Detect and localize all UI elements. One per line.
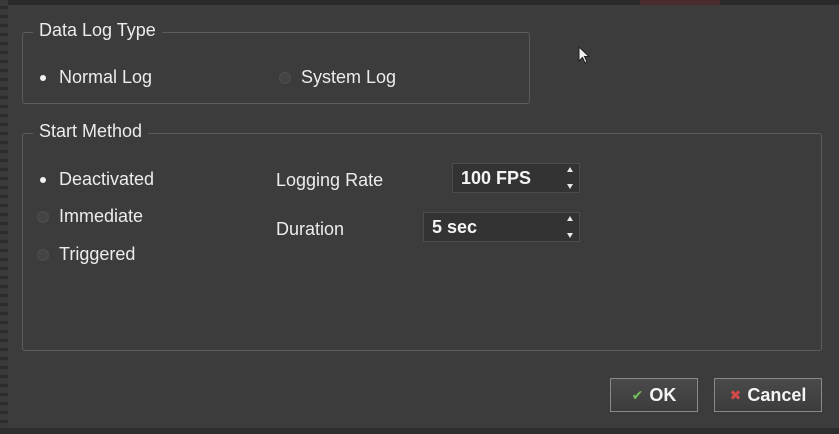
up-down-arrows-icon[interactable]	[565, 216, 575, 238]
radio-normal-log-label: Normal Log	[59, 67, 153, 87]
cancel-button[interactable]: ✖ Cancel	[714, 378, 822, 412]
radio-system-log[interactable]: System Log	[279, 67, 396, 88]
radio-selected-icon	[37, 72, 49, 84]
ok-button[interactable]: ✔ OK	[610, 378, 698, 412]
start-method-group: Start Method	[22, 121, 822, 351]
start-method-title: Start Method	[33, 121, 149, 142]
window-left-edge	[0, 0, 8, 434]
x-icon: ✖	[729, 386, 742, 403]
data-log-type-title: Data Log Type	[33, 20, 162, 41]
logging-rate-spinbox[interactable]: 100 FPS	[452, 163, 580, 193]
duration-value: 5 sec	[432, 216, 478, 237]
window-top-strip	[0, 0, 839, 5]
radio-triggered-label: Triggered	[59, 244, 136, 264]
radio-normal-log[interactable]: Normal Log	[37, 67, 152, 88]
duration-spinbox[interactable]: 5 sec	[423, 212, 580, 242]
ok-button-label: OK	[649, 384, 677, 405]
radio-system-log-label: System Log	[301, 67, 397, 87]
radio-deactivated-label: Deactivated	[59, 169, 155, 189]
top-strip-accent	[640, 0, 720, 5]
radio-unselected-icon	[279, 71, 291, 84]
up-down-arrows-icon[interactable]	[565, 167, 575, 189]
logging-rate-value: 100 FPS	[461, 167, 532, 188]
data-log-dialog: Data Log Type Normal Log System Log Star…	[0, 0, 839, 434]
logging-rate-label: Logging Rate	[276, 170, 384, 190]
radio-immediate[interactable]: Immediate	[37, 206, 143, 227]
radio-triggered[interactable]: Triggered	[37, 244, 135, 265]
radio-unselected-icon	[37, 210, 49, 223]
radio-deactivated[interactable]: Deactivated	[37, 169, 154, 190]
mouse-pointer-icon	[578, 46, 591, 64]
radio-immediate-label: Immediate	[59, 206, 144, 226]
window-bottom-edge	[0, 428, 839, 434]
checkmark-icon: ✔	[631, 386, 644, 403]
duration-label: Duration	[276, 219, 345, 239]
radio-selected-icon	[37, 174, 49, 186]
radio-unselected-icon	[37, 248, 49, 261]
cancel-button-label: Cancel	[747, 384, 807, 405]
